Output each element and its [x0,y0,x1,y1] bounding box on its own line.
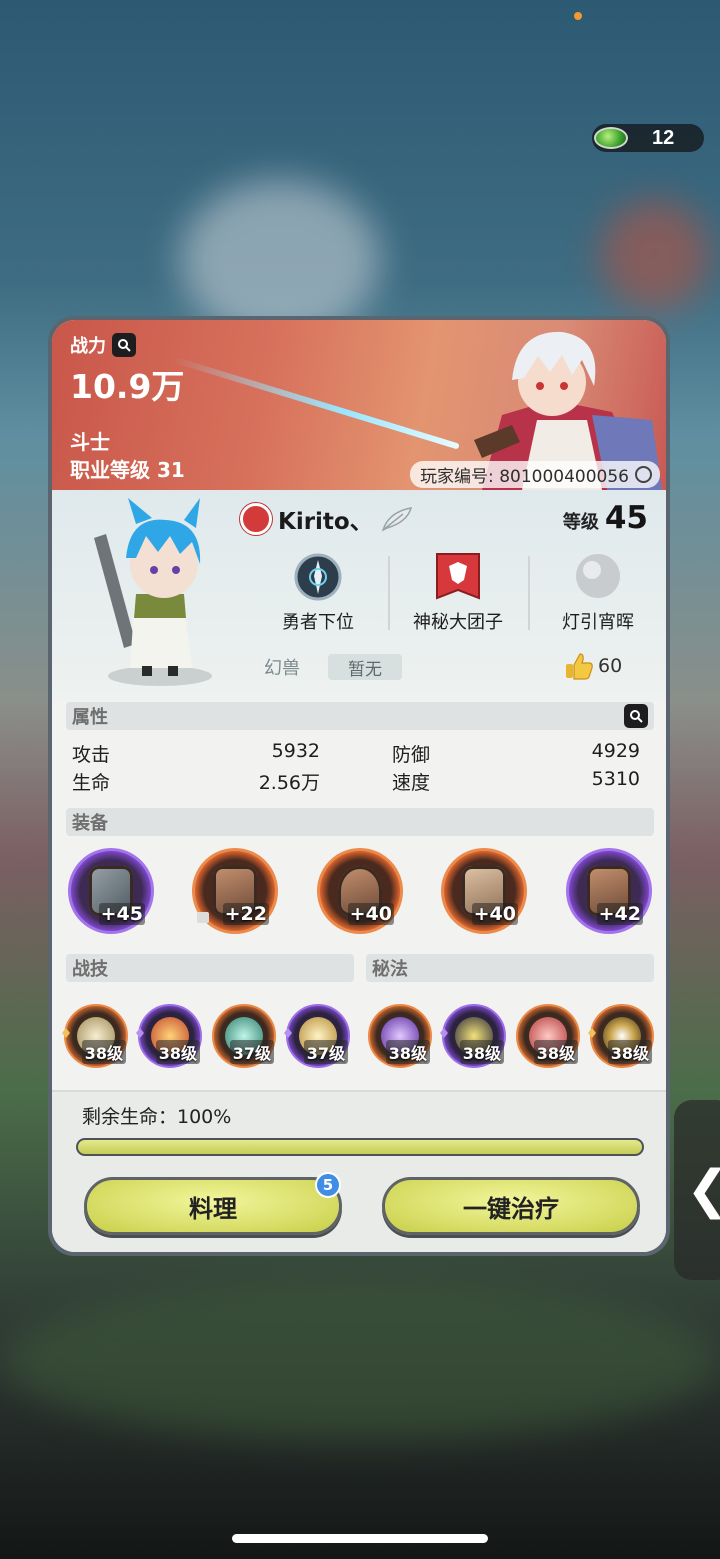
stat-speed-label: 速度 [392,772,431,794]
star-pip-icon [136,1028,144,1038]
beast-value[interactable]: 暂无 [328,654,402,680]
search-icon[interactable] [112,333,136,357]
level-value: 45 [604,500,648,536]
like-button[interactable]: 60 [564,652,622,680]
equipment-plus: +42 [596,903,643,925]
combat-skills-section: 战技 [66,954,354,982]
attributes-section: 属性 [66,702,654,730]
attribute-search-icon[interactable] [624,704,648,728]
title-rank-label: 勇者下位 [282,612,354,633]
star-pip-icon [62,1028,70,1038]
guild-emblem-icon[interactable] [240,503,272,535]
green-gem-icon [594,127,628,149]
background-scene-red [600,200,710,310]
copy-icon[interactable] [635,466,652,483]
skill-level: 38级 [533,1040,578,1064]
cook-badge: 5 [315,1172,341,1198]
job-level: 职业等级 31 [70,458,185,482]
character-card: 战力 10.9万 斗士 职业等级 31 玩家编号: 801000400056 K… [48,316,670,1256]
player-id-text: 玩家编号: 801000400056 [420,467,629,487]
equipment-plus: +22 [222,903,269,925]
level-label: 等级 [562,512,599,533]
chevron-left-icon[interactable]: ❮ [686,1160,720,1220]
skill-combat-2[interactable]: 38级 [136,1004,202,1068]
skill-secret-4[interactable]: 38级 [588,1004,654,1068]
rank-emblem-icon [294,553,342,601]
level-row: 等级 45 [563,500,648,536]
character-banner: 战力 10.9万 斗士 职业等级 31 玩家编号: 801000400056 [52,320,666,490]
skill-level: 38级 [81,1040,126,1064]
secret-skills-title: 秘法 [372,959,408,980]
hp-bar-fill [78,1140,642,1154]
skill-combat-4[interactable]: 37级 [284,1004,350,1068]
currency-display[interactable]: 12 [592,124,704,152]
stat-defense-value: 4929 [591,740,640,762]
attributes-title: 属性 [72,707,108,728]
skill-secret-2[interactable]: 38级 [440,1004,506,1068]
thumbs-up-icon [566,653,593,680]
power-label-row: 战力 [70,332,136,358]
title-rank[interactable]: 勇者下位 [248,552,388,634]
player-name: Kirito、 [278,509,373,535]
equipment-plus: +40 [471,903,518,925]
equipment-slot-gauntlet[interactable]: +22 [192,848,278,934]
title-guild-label: 神秘大团子 [413,612,503,633]
skill-secret-3[interactable]: 38级 [516,1004,580,1068]
equipment-slot-weapon[interactable]: +45 [68,848,154,934]
heal-all-button-label: 一键治疗 [463,1194,559,1223]
stat-hp-label: 生命 [72,772,111,794]
cook-button-label: 料理 [189,1194,237,1223]
title-lantern-label: 灯引宵晖 [562,612,634,633]
star-pip-icon [284,1028,292,1038]
hp-remaining-label: 剩余生命：100% [82,1106,232,1128]
skill-level: 38级 [607,1040,652,1064]
skill-level: 38级 [459,1040,504,1064]
skill-combat-3[interactable]: 37级 [212,1004,276,1068]
skill-level: 37级 [303,1040,348,1064]
equipment-plus: +40 [347,903,394,925]
equipment-plus: +45 [98,903,145,925]
job-name: 斗士 [70,430,110,454]
equipment-slot-armor[interactable]: +40 [441,848,527,934]
beast-label: 幻兽 [264,658,300,679]
secret-skills-section: 秘法 [366,954,654,982]
stat-hp-value: 2.56万 [258,772,320,794]
stat-defense-label: 防御 [392,744,431,766]
star-pip-icon [588,1028,596,1038]
hp-bar [76,1138,644,1156]
currency-value: 12 [652,126,675,149]
like-count: 60 [598,655,623,677]
equipment-section: 装备 [66,808,654,836]
feather-icon[interactable] [379,506,415,532]
power-label: 战力 [70,336,106,357]
cook-button[interactable]: 料理 5 [84,1172,342,1235]
character-avatar [94,498,212,686]
home-indicator[interactable] [232,1534,488,1543]
player-name-row: Kirito、 [240,502,415,536]
title-lantern[interactable]: 灯引宵晖 [528,552,666,634]
skill-secret-1[interactable]: 38级 [368,1004,432,1068]
combat-skills-title: 战技 [72,959,108,980]
star-pip-icon [440,1028,448,1038]
guild-banner-icon [436,553,480,600]
stat-attack-label: 攻击 [72,744,111,766]
status-dot [574,12,582,20]
stat-speed-value: 5310 [591,768,640,790]
skill-level: 38级 [155,1040,200,1064]
background-scene-green [0,1280,720,1440]
skill-level: 38级 [385,1040,430,1064]
lock-icon [197,912,209,923]
titles-row: 勇者下位 神秘大团子 灯引宵晖 [248,552,666,634]
skill-level: 37级 [229,1040,274,1064]
skill-combat-1[interactable]: 38级 [62,1004,128,1068]
equipment-slot-boots[interactable]: +42 [566,848,652,934]
silver-orb-icon [576,554,620,598]
equipment-title: 装备 [72,813,108,834]
equipment-slot-helmet[interactable]: +40 [317,848,403,934]
power-value: 10.9万 [70,367,185,406]
stat-attack-value: 5932 [271,740,320,762]
title-guild[interactable]: 神秘大团子 [388,552,528,634]
player-id[interactable]: 玩家编号: 801000400056 [410,461,660,488]
heal-all-button[interactable]: 一键治疗 [382,1177,640,1235]
